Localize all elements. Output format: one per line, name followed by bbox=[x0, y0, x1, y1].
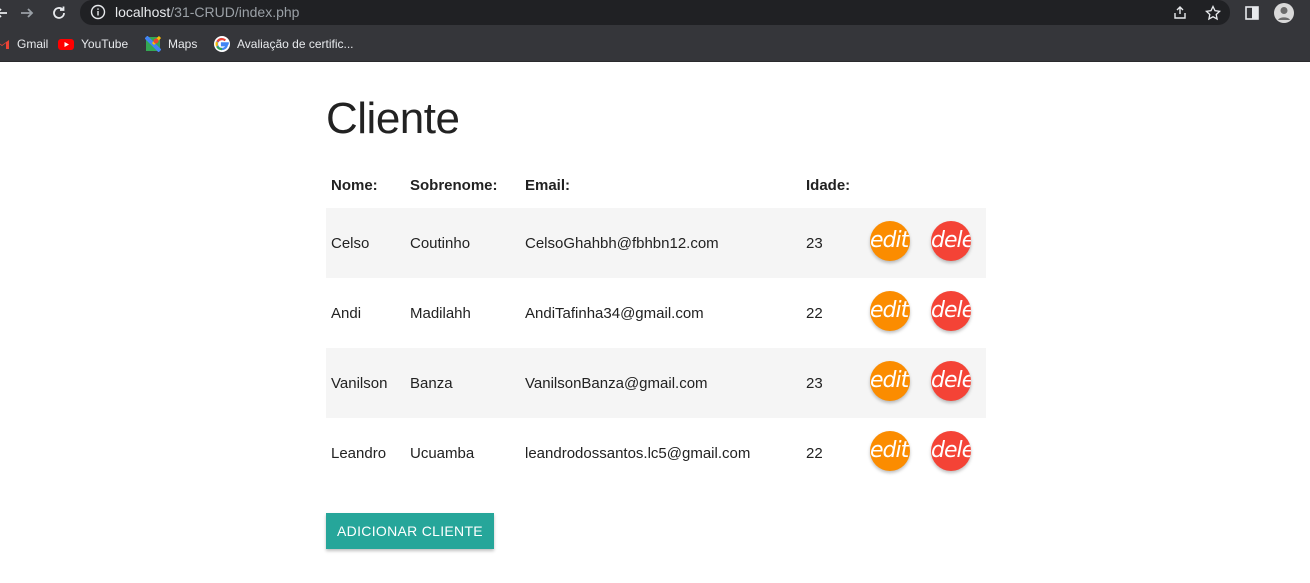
cell-email: AndiTafinha34@gmail.com bbox=[525, 304, 704, 322]
gmail-icon bbox=[0, 36, 10, 52]
add-client-button[interactable]: ADICIONAR CLIENTE bbox=[326, 513, 494, 549]
cell-nome: Leandro bbox=[331, 444, 387, 462]
cell-sobrenome: Banza bbox=[405, 348, 520, 418]
back-arrow-icon[interactable] bbox=[0, 3, 12, 23]
cell-sobrenome: Madilahh bbox=[410, 304, 471, 322]
cell-idade: 23 bbox=[801, 208, 865, 278]
bookmark-youtube[interactable]: YouTube bbox=[58, 36, 128, 52]
delete-button[interactable]: delete bbox=[931, 291, 971, 331]
edit-button[interactable]: edit bbox=[870, 361, 910, 401]
cell-email: VanilsonBanza@gmail.com bbox=[520, 348, 801, 418]
bookmark-avaliacao[interactable]: Avaliação de certific... bbox=[214, 36, 354, 52]
table-row: Celso Coutinho CelsoGhahbh@fbhbn12.com 2… bbox=[326, 208, 986, 278]
header-delete-empty bbox=[926, 162, 986, 208]
share-icon[interactable] bbox=[1170, 3, 1190, 23]
maps-icon bbox=[144, 35, 162, 53]
bookmark-label: YouTube bbox=[81, 37, 129, 51]
url-text: localhost/31-CRUD/index.php bbox=[115, 4, 299, 20]
youtube-icon bbox=[58, 36, 74, 52]
header-edit-empty bbox=[865, 162, 926, 208]
address-bar[interactable]: localhost/31-CRUD/index.php bbox=[80, 0, 1230, 25]
cell-idade: 23 bbox=[801, 348, 865, 418]
star-bookmark-icon[interactable] bbox=[1203, 3, 1223, 23]
bookmark-maps[interactable]: Maps bbox=[144, 35, 198, 53]
delete-button[interactable]: delete bbox=[931, 221, 971, 261]
header-sobrenome: Sobrenome: bbox=[410, 176, 498, 194]
cell-edit: edit bbox=[865, 208, 926, 278]
header-idade: Idade: bbox=[806, 176, 851, 194]
table-row: Andi Madilahh AndiTafinha34@gmail.com 22… bbox=[326, 278, 986, 348]
info-icon[interactable] bbox=[90, 4, 106, 20]
delete-button[interactable]: delete bbox=[931, 431, 971, 471]
cell-idade: 22 bbox=[806, 444, 823, 462]
cell-edit: edit bbox=[865, 278, 926, 348]
cell-nome: Andi bbox=[331, 304, 362, 322]
cell-delete: delete bbox=[926, 348, 986, 418]
reload-icon[interactable] bbox=[49, 3, 69, 23]
profile-avatar-icon[interactable] bbox=[1274, 3, 1294, 23]
cell-email: leandrodossantos.lc5@gmail.com bbox=[525, 444, 751, 462]
bookmark-label: Maps bbox=[168, 37, 198, 51]
bookmark-label: Avaliação de certific... bbox=[237, 37, 354, 51]
edit-button[interactable]: edit bbox=[870, 431, 910, 471]
cell-email: CelsoGhahbh@fbhbn12.com bbox=[520, 208, 801, 278]
edit-button[interactable]: edit bbox=[870, 291, 910, 331]
table-row: Vanilson Banza VanilsonBanza@gmail.com 2… bbox=[326, 348, 986, 418]
url-path: /31-CRUD/index.php bbox=[170, 4, 300, 20]
table-row: Leandro Ucuamba leandrodossantos.lc5@gma… bbox=[326, 418, 986, 488]
cell-sobrenome: Ucuamba bbox=[410, 444, 475, 462]
delete-button[interactable]: delete bbox=[931, 361, 971, 401]
cell-delete: delete bbox=[926, 208, 986, 278]
edit-button[interactable]: edit bbox=[870, 221, 910, 261]
cell-sobrenome: Coutinho bbox=[405, 208, 520, 278]
cell-nome: Celso bbox=[326, 208, 405, 278]
cell-delete: delete bbox=[926, 418, 986, 488]
cell-nome: Vanilson bbox=[326, 348, 405, 418]
cell-idade: 22 bbox=[806, 304, 823, 322]
side-panel-icon[interactable] bbox=[1242, 3, 1262, 23]
bookmarks-bar: Gmail YouTube Maps Avaliação de certific… bbox=[0, 26, 1310, 62]
cell-edit: edit bbox=[865, 418, 926, 488]
header-nome: Nome: bbox=[331, 176, 378, 194]
page-title: Cliente bbox=[326, 94, 460, 143]
header-email: Email: bbox=[525, 176, 571, 194]
browser-toolbar: localhost/31-CRUD/index.php bbox=[0, 0, 1310, 26]
bookmark-label: Gmail bbox=[17, 37, 49, 51]
url-host: localhost bbox=[115, 4, 171, 20]
cell-delete: delete bbox=[926, 278, 986, 348]
table-header-row: Nome: Sobrenome: Email: Idade: bbox=[326, 162, 986, 208]
clients-table: Nome: Sobrenome: Email: Idade: Celso Cou… bbox=[326, 162, 986, 488]
forward-arrow-icon[interactable] bbox=[17, 3, 37, 23]
bookmark-gmail[interactable]: Gmail bbox=[0, 36, 48, 52]
google-icon bbox=[214, 36, 230, 52]
cell-edit: edit bbox=[865, 348, 926, 418]
